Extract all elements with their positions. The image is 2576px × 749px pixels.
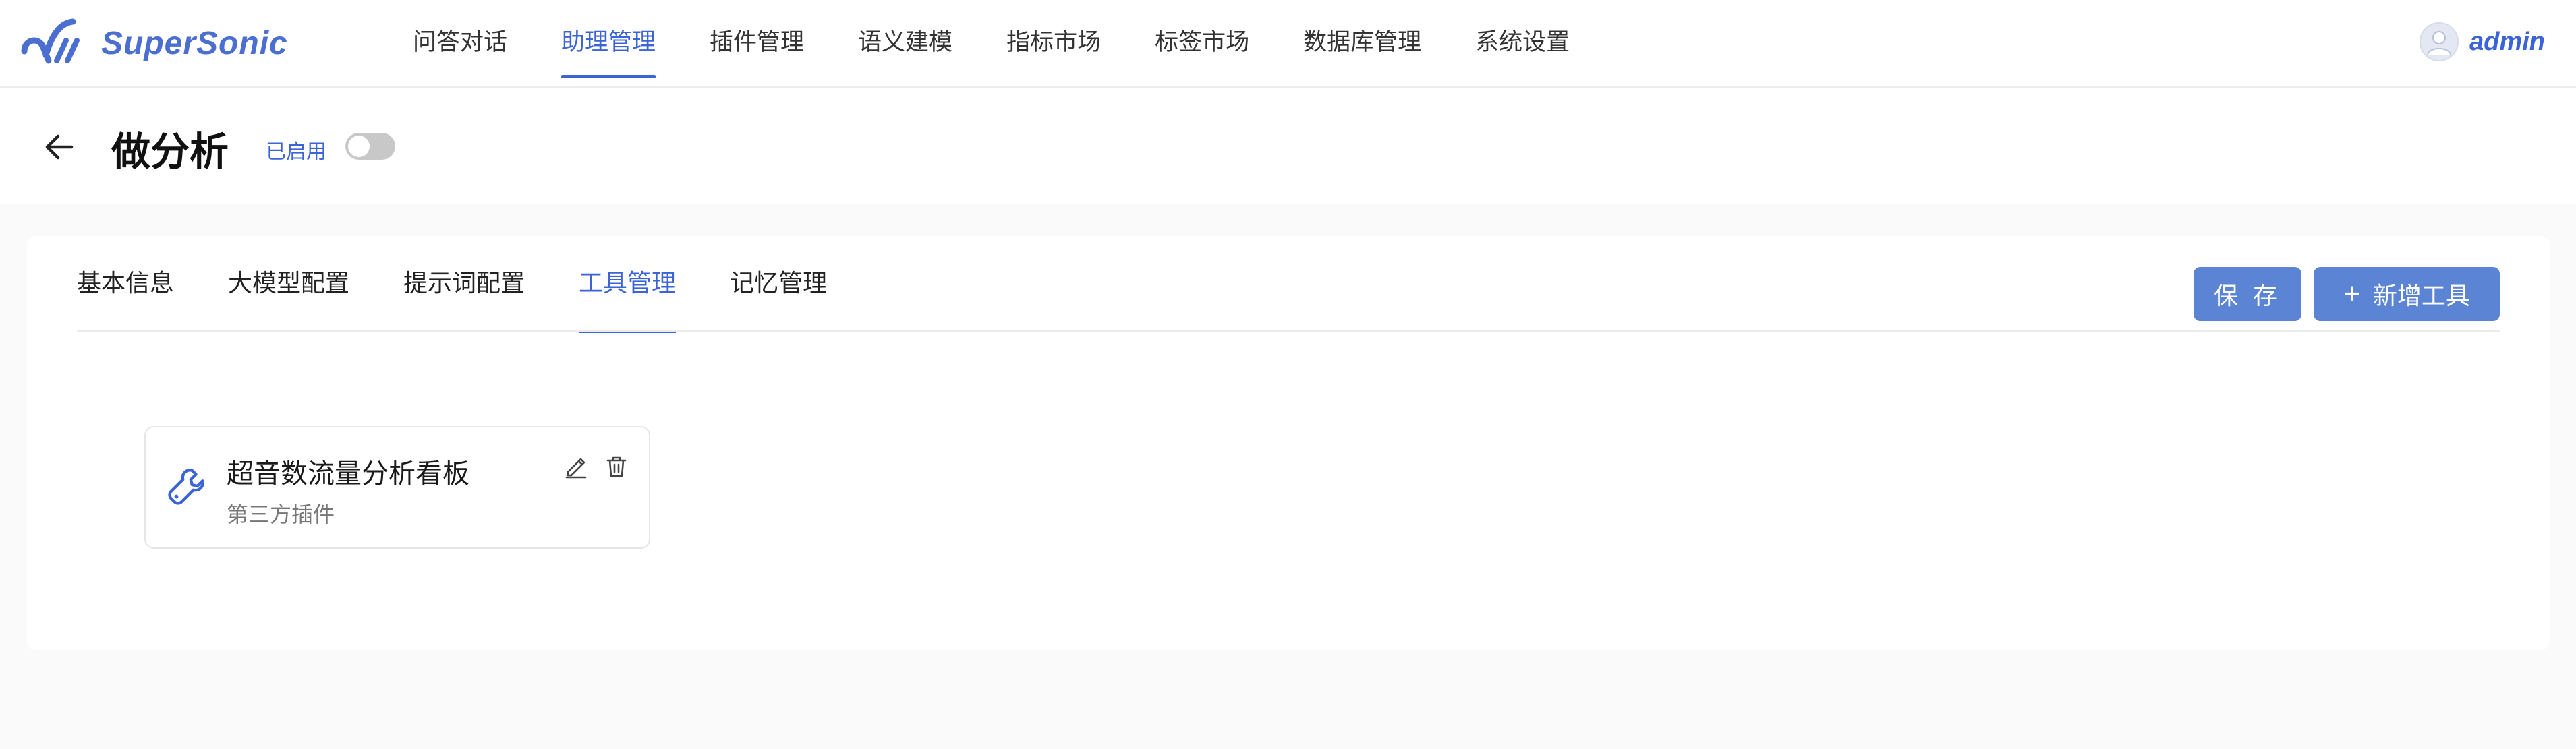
app-name: SuperSonic: [101, 25, 288, 61]
back-arrow-icon[interactable]: [40, 128, 78, 166]
add-tool-button[interactable]: + 新增工具: [2314, 267, 2500, 321]
nav-item-qa[interactable]: 问答对话: [413, 0, 507, 86]
nav-item-semantic-model[interactable]: 语义建模: [858, 0, 952, 86]
wrench-icon: [168, 469, 204, 505]
toggle-knob: [348, 136, 370, 157]
tab-prompt-config[interactable]: 提示词配置: [403, 236, 525, 332]
tool-name: 超音数流量分析看板: [227, 459, 469, 489]
supersonic-logo-icon: [21, 18, 80, 64]
tool-card[interactable]: 超音数流量分析看板 第三方插件: [144, 426, 650, 549]
plus-icon: +: [2343, 277, 2361, 310]
nav-item-metric-market[interactable]: 指标市场: [1006, 0, 1101, 86]
delete-icon[interactable]: [604, 454, 629, 479]
nav-item-database[interactable]: 数据库管理: [1303, 0, 1421, 86]
tab-llm-config[interactable]: 大模型配置: [228, 236, 349, 332]
tab-memory-management[interactable]: 记忆管理: [730, 236, 827, 332]
page-title: 做分析: [111, 130, 229, 174]
nav-item-plugins[interactable]: 插件管理: [710, 0, 804, 86]
nav-item-tag-market[interactable]: 标签市场: [1155, 0, 1249, 86]
user-menu[interactable]: admin: [2420, 19, 2545, 65]
user-name: admin: [2469, 27, 2545, 56]
save-button[interactable]: 保 存: [2194, 267, 2301, 321]
tab-tool-management[interactable]: 工具管理: [579, 236, 677, 333]
status-label: 已启用: [266, 141, 326, 163]
user-avatar-icon: [2427, 31, 2452, 55]
app-logo[interactable]: SuperSonic: [19, 9, 288, 77]
tool-type: 第三方插件: [227, 502, 335, 527]
nav-item-settings[interactable]: 系统设置: [1475, 0, 1570, 86]
page-header: 做分析 已启用: [0, 88, 2576, 204]
tab-basic-info[interactable]: 基本信息: [77, 236, 174, 332]
top-navigation-bar: SuperSonic 问答对话 助理管理 插件管理 语义建模 指标市场 标签市场…: [0, 0, 2576, 88]
main-nav: 问答对话 助理管理 插件管理 语义建模 指标市场 标签市场 数据库管理 系统设置: [413, 0, 1624, 86]
enable-toggle[interactable]: [345, 133, 395, 160]
add-tool-label: 新增工具: [2372, 282, 2470, 309]
config-tabs: 基本信息 大模型配置 提示词配置 工具管理 记忆管理: [77, 236, 881, 333]
edit-icon[interactable]: [564, 454, 588, 479]
avatar: [2420, 22, 2459, 61]
tabs-divider: [77, 330, 2500, 332]
nav-item-assistant[interactable]: 助理管理: [561, 0, 656, 86]
content-card: 基本信息 大模型配置 提示词配置 工具管理 记忆管理 保 存 + 新增工具 超音…: [27, 236, 2550, 650]
